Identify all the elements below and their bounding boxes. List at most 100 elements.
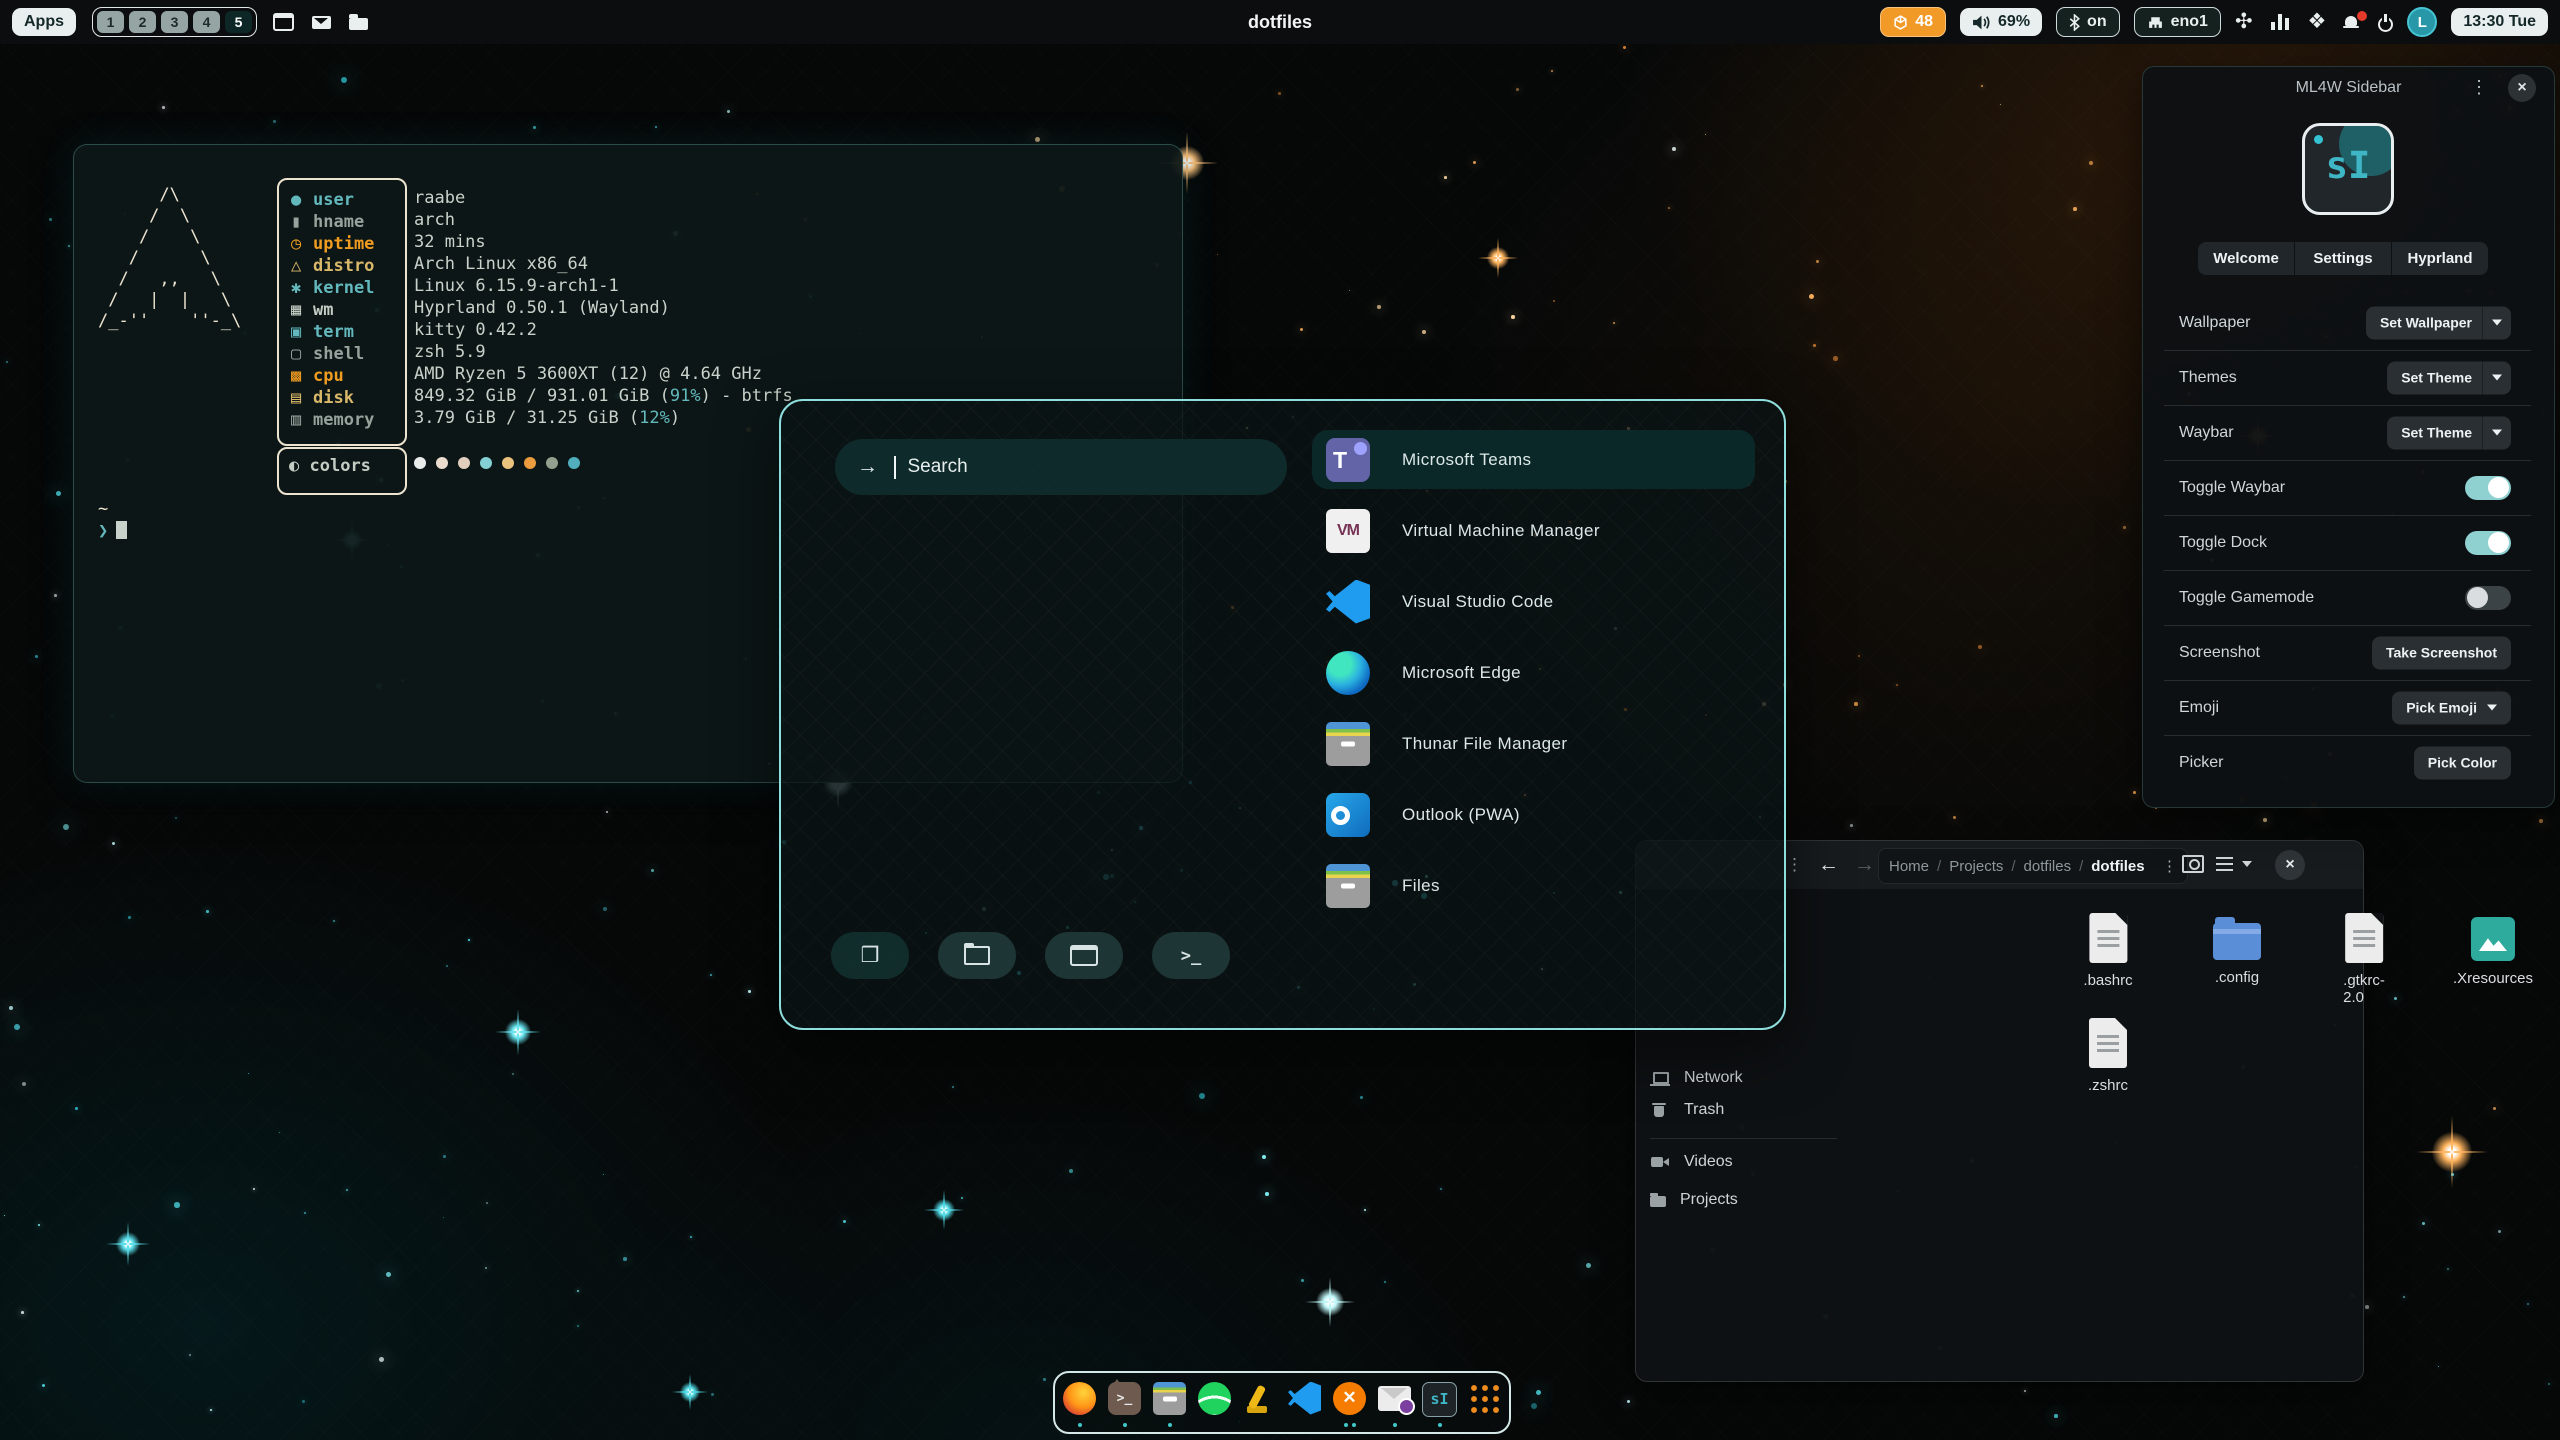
status-icon[interactable] (2271, 14, 2290, 30)
dock-item[interactable] (1467, 1378, 1503, 1428)
set-wallpaper-button[interactable]: Set Wallpaper (2366, 306, 2511, 339)
search-folder-icon[interactable] (2182, 855, 2204, 873)
prompt-line[interactable]: ❯ (98, 521, 127, 541)
taskbar-shortcut-icon[interactable] (273, 13, 294, 31)
launcher-quick-button[interactable] (831, 932, 909, 979)
launcher-quick-button[interactable] (1045, 932, 1123, 979)
launcher-quick-button[interactable] (938, 932, 1016, 979)
dock-item[interactable] (1107, 1378, 1143, 1428)
wallpaper-star (711, 1393, 714, 1396)
fastfetch-row-icon: ▮ (291, 211, 313, 233)
wallpaper-star (1444, 176, 1447, 179)
wallpaper-star (1377, 305, 1381, 309)
waybar-toggle[interactable] (2465, 476, 2511, 500)
fm-sidebar-item-videos[interactable]: Videos (1650, 1153, 1733, 1171)
fastfetch-row-label: kernel (313, 278, 374, 298)
dock-item[interactable] (1422, 1378, 1458, 1428)
launcher-app-row[interactable]: Thunar File Manager (1312, 714, 1755, 773)
dock-item[interactable] (1287, 1378, 1323, 1428)
dock-item[interactable] (1332, 1378, 1368, 1428)
file-item[interactable]: .bashrc (2083, 913, 2132, 989)
workspace-button[interactable]: 3 (161, 11, 188, 33)
taskbar-shortcut-icon[interactable] (349, 18, 368, 30)
sidebar-tab[interactable]: Hyprland (2392, 242, 2488, 275)
taskbar-shortcut-icon[interactable] (312, 16, 331, 29)
breadcrumb-item[interactable]: dotfiles (2024, 858, 2072, 875)
status-icon[interactable] (2344, 15, 2359, 30)
launcher-app-row[interactable]: Microsoft Edge (1312, 643, 1755, 702)
dock-toggle[interactable] (2465, 531, 2511, 555)
temperature-badge[interactable]: 48 (1880, 7, 1946, 37)
list-view-icon[interactable] (2216, 857, 2233, 871)
workspace-button[interactable]: 4 (193, 11, 220, 33)
status-icon[interactable] (2377, 14, 2393, 30)
fm-sidebar-item-trash[interactable]: Trash (1650, 1101, 1724, 1119)
fm-sidebar-item-network[interactable]: Network (1650, 1069, 1743, 1087)
fastfetch-row: ✱kernel (291, 277, 401, 299)
logo-letters: sI (2305, 144, 2391, 187)
waybar-dropdown-icon[interactable] (2482, 416, 2511, 449)
apps-button[interactable]: Apps (12, 8, 76, 36)
waybar-row: Waybar Set Theme (2143, 405, 2554, 460)
close-icon[interactable]: × (2275, 850, 2305, 880)
fastfetch-row-icon: ▩ (291, 365, 313, 387)
waybar-theme-button[interactable]: Set Theme (2387, 416, 2511, 449)
dock-item[interactable] (1242, 1378, 1278, 1428)
dock-item[interactable] (1197, 1378, 1233, 1428)
themes-dropdown-icon[interactable] (2482, 361, 2511, 394)
sidebar-tab[interactable]: Welcome (2198, 242, 2295, 275)
sidebar-menu-icon[interactable]: ⋮ (2470, 77, 2488, 98)
wallpaper-star (1833, 356, 1838, 361)
volume-badge[interactable]: 69% (1960, 8, 2042, 36)
wallpaper-star (468, 939, 470, 941)
take-screenshot-button[interactable]: Take Screenshot (2372, 636, 2511, 669)
breadcrumb-menu-icon[interactable]: ⋮ (2162, 857, 2177, 875)
pick-emoji-button[interactable]: Pick Emoji (2392, 691, 2511, 724)
view-dropdown-icon[interactable] (2242, 861, 2252, 867)
ml4w-bar-logo-icon[interactable]: L (2407, 7, 2437, 37)
bluetooth-badge[interactable]: on (2056, 7, 2120, 37)
fastfetch-row-icon: ▥ (291, 409, 313, 431)
set-theme-button[interactable]: Set Theme (2387, 361, 2511, 394)
fm-sidebar-item-projects[interactable]: Projects (1650, 1191, 1738, 1209)
wallpaper-dropdown-icon[interactable] (2482, 306, 2511, 339)
back-icon[interactable]: ← (1818, 853, 1839, 877)
launcher-app-row[interactable]: Microsoft Teams (1312, 430, 1755, 489)
file-item[interactable]: .Xresources (2453, 913, 2533, 987)
clock[interactable]: 13:30 Tue (2451, 8, 2548, 36)
breadcrumb-item[interactable]: Projects (1949, 858, 2003, 875)
launcher-app-row[interactable]: Outlook (PWA) (1312, 785, 1755, 844)
breadcrumb-item[interactable]: Home (1889, 858, 1929, 875)
workspace-button[interactable]: 1 (97, 11, 124, 33)
status-icon[interactable] (2235, 11, 2253, 33)
launcher-app-row[interactable]: Visual Studio Code (1312, 572, 1755, 631)
fastfetch-row: ●user (291, 189, 401, 211)
workspace-button[interactable]: 5 (225, 11, 252, 33)
sidebar-close-icon[interactable]: × (2508, 74, 2536, 102)
app-label: Outlook (PWA) (1402, 805, 1520, 825)
file-item[interactable]: .gtkrc-2.0 (2343, 913, 2385, 1006)
pick-color-button[interactable]: Pick Color (2414, 746, 2511, 779)
breadcrumb-item[interactable]: dotfiles (2091, 858, 2144, 875)
wallpaper-star (22, 1082, 26, 1086)
gamemode-toggle[interactable] (2465, 586, 2511, 610)
dock-item[interactable] (1062, 1378, 1098, 1428)
window-menu-icon[interactable]: ⋮ (1786, 855, 1803, 875)
breadcrumb[interactable]: Home/Projects/dotfiles/dotfiles ⋮ (1878, 848, 2188, 884)
network-badge[interactable]: eno1 (2134, 7, 2221, 37)
file-item[interactable]: .config (2213, 913, 2261, 986)
launcher-app-row[interactable]: Virtual Machine Manager (1312, 501, 1755, 560)
search-input[interactable]: → Search (835, 439, 1287, 495)
workspace-button[interactable]: 2 (129, 11, 156, 33)
sidebar-tab[interactable]: Settings (2295, 242, 2392, 275)
launcher-app-row[interactable]: Files (1312, 856, 1755, 915)
fastfetch-value: raabe (414, 187, 793, 209)
wallpaper-star (174, 1202, 180, 1208)
app-label: Virtual Machine Manager (1402, 521, 1600, 541)
file-item[interactable]: .zshrc (2088, 1018, 2128, 1094)
dock-item[interactable] (1377, 1378, 1413, 1428)
forward-icon[interactable]: → (1854, 853, 1875, 877)
launcher-quick-button[interactable] (1152, 932, 1230, 979)
status-icon[interactable] (2308, 11, 2327, 33)
dock-item[interactable] (1152, 1378, 1188, 1428)
